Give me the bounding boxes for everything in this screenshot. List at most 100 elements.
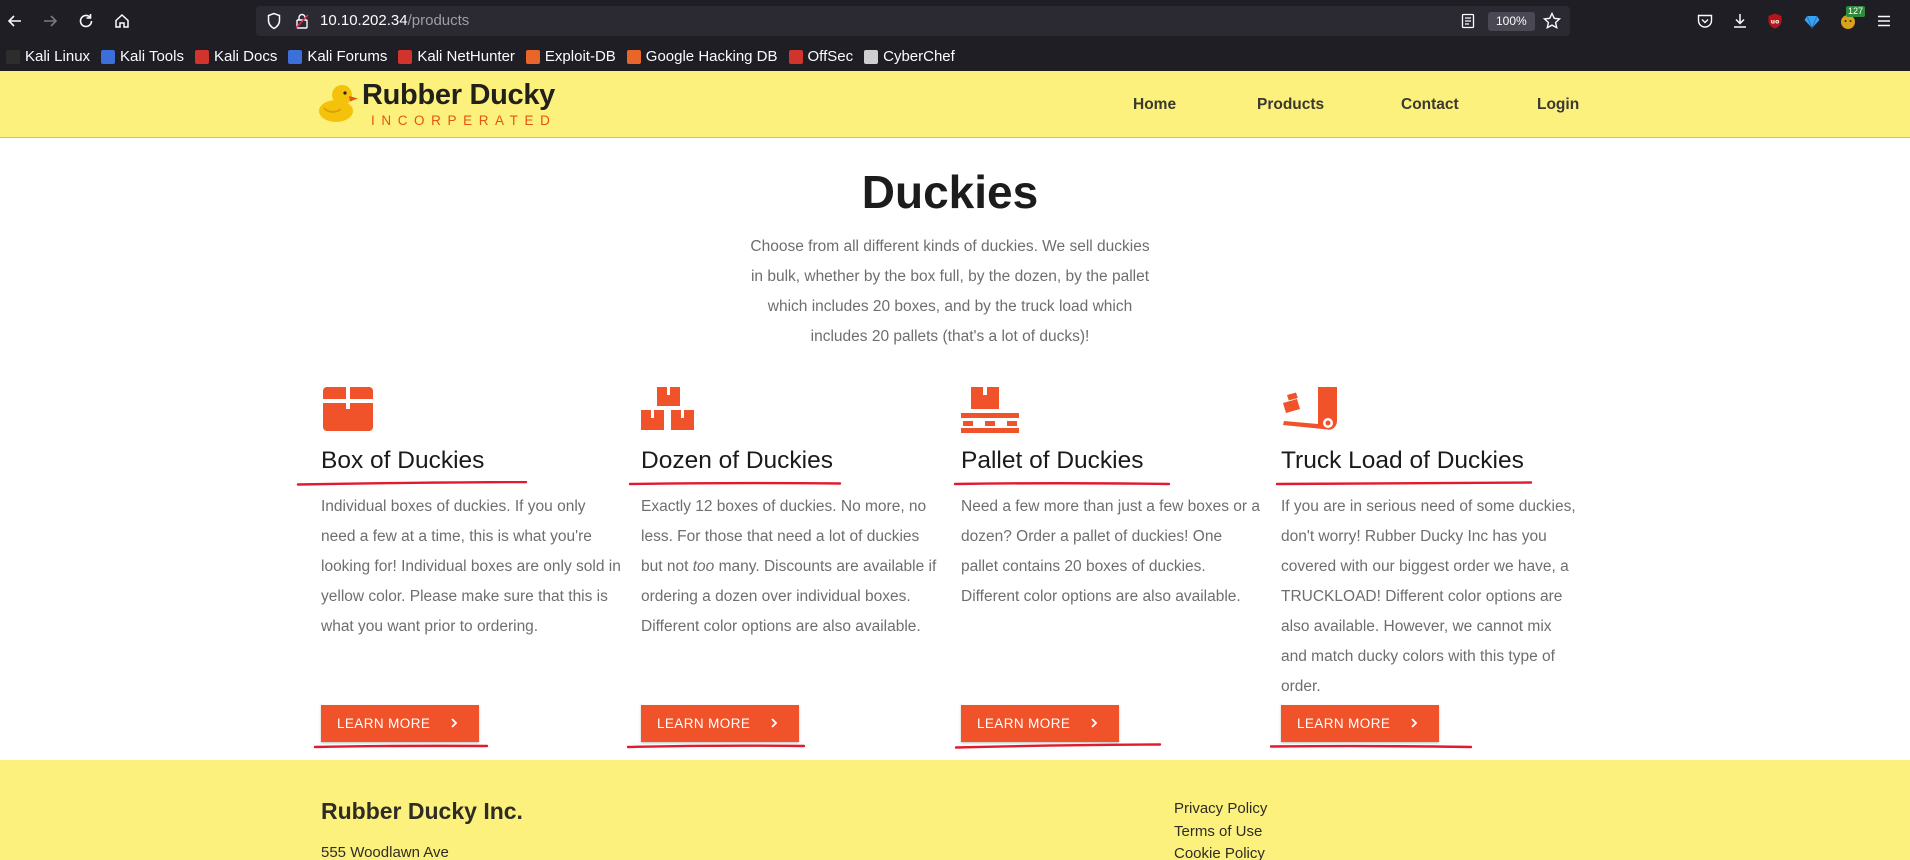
product-description: Need a few more than just a few boxes or… <box>961 498 1260 605</box>
site-logo[interactable]: Rubber Ducky INCORPERATED <box>316 77 576 129</box>
reload-button[interactable] <box>74 9 98 33</box>
bookmark-item[interactable]: Kali Tools <box>101 48 184 65</box>
red-annotation-underline <box>628 481 842 486</box>
browser-chrome: 10.10.202.34/products 100% uo 127 Kali L… <box>0 0 1910 71</box>
bookmark-item[interactable]: Google Hacking DB <box>626 48 778 65</box>
intro-text: Choose from all different kinds of ducki… <box>750 238 1150 345</box>
boxes-stack-icon <box>641 387 694 430</box>
nav-login[interactable]: Login <box>1537 96 1579 114</box>
footer-company-name: Rubber Ducky Inc. <box>321 798 523 824</box>
pallet-icon <box>961 387 1019 433</box>
download-icon <box>1734 14 1746 28</box>
learn-more-button[interactable]: LEARN MORE <box>1281 705 1439 742</box>
bookmark-item[interactable]: Exploit-DB <box>525 48 616 65</box>
learn-more-label: LEARN MORE <box>977 716 1071 731</box>
bookmark-item[interactable]: OffSec <box>788 48 854 65</box>
forward-arrow-icon <box>44 15 58 27</box>
description-emphasis: too <box>692 558 715 575</box>
reload-icon <box>79 14 93 28</box>
extension-badge-button[interactable]: 127 <box>1837 6 1866 32</box>
pocket-icon <box>1697 14 1713 28</box>
bookmark-item[interactable]: CyberChef <box>864 48 955 65</box>
site-footer: Rubber Ducky Inc. 555 Woodlawn Ave Priva… <box>0 760 1910 860</box>
red-annotation-underline <box>1269 744 1473 749</box>
svg-text:uo: uo <box>1771 19 1779 26</box>
bookmark-label: Google Hacking DB <box>645 48 778 65</box>
learn-more-button[interactable]: LEARN MORE <box>641 705 799 742</box>
gem-icon <box>1804 15 1820 30</box>
forward-button[interactable] <box>38 9 62 33</box>
hand-truck-icon <box>1283 387 1337 430</box>
product-title: Pallet of Duckies <box>961 447 1144 474</box>
product-title: Dozen of Duckies <box>641 447 834 474</box>
footer-link-terms-of-use[interactable]: Terms of Use <box>1174 821 1267 844</box>
product-description: Exactly 12 boxes of duckies. No more, no… <box>641 492 941 642</box>
red-annotation-underline <box>626 744 806 749</box>
bookmarks-toolbar: Kali Linux Kali Tools Kali Docs Kali Forums… <box>0 44 1910 69</box>
learn-more-label: LEARN MORE <box>1297 716 1391 731</box>
url-host: 10.10.202.34 <box>320 12 408 29</box>
nav-contact[interactable]: Contact <box>1401 96 1459 114</box>
bookmark-label: Kali Linux <box>25 48 91 65</box>
learn-more-label: LEARN MORE <box>657 716 751 731</box>
bookmark-favicon-icon <box>194 49 209 64</box>
nav-home[interactable]: Home <box>1133 96 1176 114</box>
bookmark-favicon-icon <box>788 49 803 64</box>
learn-more-button[interactable]: LEARN MORE <box>321 705 479 742</box>
back-button[interactable] <box>3 9 27 33</box>
bookmark-label: OffSec <box>807 48 854 65</box>
nav-products[interactable]: Products <box>1257 96 1324 114</box>
bookmark-favicon-icon <box>398 49 413 64</box>
bookmark-label: Exploit-DB <box>544 48 616 65</box>
bookmark-label: Kali Docs <box>213 48 278 65</box>
pocket-button[interactable] <box>1694 10 1716 32</box>
bookmark-item[interactable]: Kali NetHunter <box>398 48 515 65</box>
url-text[interactable]: 10.10.202.34/products <box>320 12 469 29</box>
bookmark-item[interactable]: Kali Linux <box>6 48 90 65</box>
box-icon <box>323 387 373 431</box>
ublock-button[interactable]: uo <box>1764 10 1786 32</box>
bookmark-favicon-icon <box>626 49 641 64</box>
url-path: /products <box>407 12 470 29</box>
product-title: Box of Duckies <box>321 447 485 474</box>
product-description: If you are in serious need of some ducki… <box>1281 498 1576 695</box>
bookmark-label: CyberChef <box>883 48 955 65</box>
app-menu-button[interactable] <box>1873 10 1895 32</box>
downloads-button[interactable] <box>1729 10 1751 32</box>
learn-more-button[interactable]: LEARN MORE <box>961 705 1119 742</box>
chevron-right-icon <box>1411 718 1418 728</box>
bookmark-label: Kali Forums <box>307 48 388 65</box>
footer-address: 555 Woodlawn Ave <box>321 844 449 860</box>
back-arrow-icon <box>7 15 21 27</box>
page-title: Duckies <box>861 166 1039 218</box>
address-bar[interactable]: 10.10.202.34/products 100% <box>256 6 1570 36</box>
extension-gem-button[interactable] <box>1801 10 1823 32</box>
footer-link-privacy-policy[interactable]: Privacy Policy <box>1174 798 1267 821</box>
bookmark-item[interactable]: Kali Forums <box>288 48 387 65</box>
bookmark-item[interactable]: Kali Docs <box>194 48 278 65</box>
insecure-lock-icon[interactable] <box>294 12 310 30</box>
tracking-shield-icon[interactable] <box>266 12 282 30</box>
red-annotation-underline <box>1275 481 1533 486</box>
chevron-right-icon <box>451 718 458 728</box>
zoom-level[interactable]: 100% <box>1488 12 1535 31</box>
bookmark-favicon-icon <box>525 49 540 64</box>
product-description: Individual boxes of duckies. If you only… <box>321 498 621 635</box>
brand-name: Rubber Ducky <box>362 79 555 111</box>
ublock-origin-icon: uo <box>1768 13 1782 29</box>
red-annotation-underline <box>296 481 528 486</box>
bookmark-label: Kali Tools <box>120 48 184 65</box>
bookmark-favicon-icon <box>864 49 879 64</box>
rubber-duck-logo-icon <box>319 85 358 122</box>
home-icon <box>115 13 129 28</box>
bookmark-label: Kali NetHunter <box>417 48 515 65</box>
chevron-right-icon <box>771 718 778 728</box>
chevron-right-icon <box>1091 718 1098 728</box>
reader-view-icon[interactable] <box>1460 12 1476 30</box>
browser-toolbar: 10.10.202.34/products 100% uo 127 <box>0 0 1910 42</box>
footer-link-cookie-policy[interactable]: Cookie Policy <box>1174 843 1267 860</box>
bookmark-star-icon[interactable] <box>1542 11 1562 31</box>
learn-more-label: LEARN MORE <box>337 716 431 731</box>
home-button[interactable] <box>110 9 134 33</box>
bookmark-favicon-icon <box>288 49 303 64</box>
